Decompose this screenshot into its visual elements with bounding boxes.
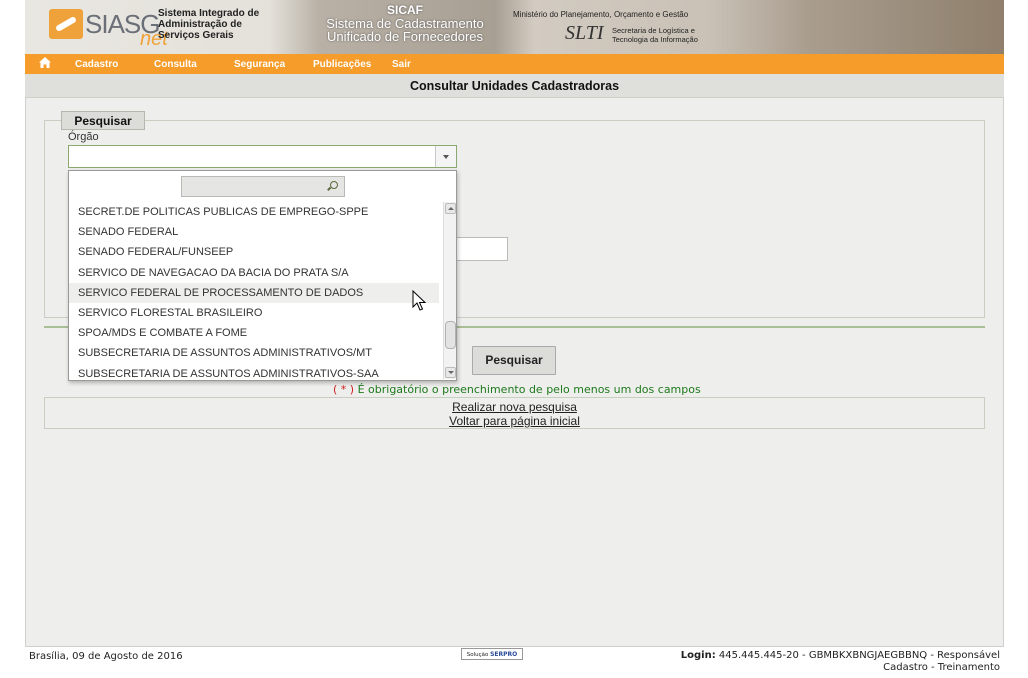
menu-item-sair[interactable]: Sair (392, 59, 411, 70)
dropdown-option[interactable]: SERVICO FLORESTAL BRASILEIRO (69, 303, 442, 323)
search-text-input[interactable] (455, 237, 508, 261)
system-name-line: Serviços Gerais (158, 30, 234, 41)
dropdown-option[interactable]: SENADO FEDERAL/FUNSEEP (69, 242, 442, 262)
orgao-label: Órgão (68, 131, 99, 143)
chevron-down-icon[interactable] (435, 146, 456, 167)
required-star: ( * ) (333, 383, 355, 396)
sicaf-subtitle-line: Unificado de Fornecedores (326, 29, 484, 44)
footer: Brasília, 09 de Agosto de 2016 Solução S… (25, 646, 1004, 678)
new-search-link[interactable]: Realizar nova pesquisa (45, 400, 984, 414)
siasg-logo: SIASG net (45, 6, 171, 50)
sicaf-title-text: SICAF (387, 3, 423, 17)
dropdown-scrollbar[interactable] (443, 202, 456, 379)
menu-item-publicacoes[interactable]: Publicações (313, 59, 392, 70)
dropdown-option-hovered[interactable]: SERVICO FEDERAL DE PROCESSAMENTO DE DADO… (69, 282, 439, 303)
dropdown-option[interactable]: SECRET.DE POLITICAS PUBLICAS DE EMPREGO-… (69, 202, 442, 222)
home-link[interactable]: Voltar para página inicial (45, 414, 984, 428)
required-note-text: É obrigatório o preenchimento de pelo me… (357, 383, 701, 396)
dropdown-option[interactable]: SERVICO DE NAVEGACAO DA BACIA DO PRATA S… (69, 263, 442, 283)
slti-subtitle-line: Secretaria de Logística e (612, 26, 695, 35)
dropdown-list: SECRET.DE POLITICAS PUBLICAS DE EMPREGO-… (69, 202, 442, 384)
header-banner: SIASG net Sistema Integrado de Administr… (25, 0, 1004, 54)
scroll-up-icon[interactable] (445, 203, 456, 214)
required-note: ( * ) É obrigatório o preenchimento de p… (333, 383, 701, 396)
dropdown-option[interactable]: SUBSECRETARIA DE ASSUNTOS ADMINISTRATIVO… (69, 364, 442, 384)
search-button[interactable]: Pesquisar (472, 346, 556, 375)
footer-date: Brasília, 09 de Agosto de 2016 (29, 651, 183, 662)
menu-item-seguranca[interactable]: Segurança (234, 59, 313, 70)
system-name: Sistema Integrado de Administração de Se… (158, 8, 259, 41)
login-role: Cadastro - Treinamento (883, 662, 1000, 673)
dropdown-option[interactable]: SPOA/MDS E COMBATE A FOME (69, 323, 442, 343)
scroll-down-icon[interactable] (445, 367, 456, 378)
scrollbar-thumb[interactable] (445, 321, 456, 349)
dropdown-filter-input[interactable] (181, 176, 345, 197)
login-value: 445.445.445-20 - GBMBKXBNGJAEGBBNQ - Res… (718, 650, 1000, 661)
serpro-prefix: Solução (466, 652, 489, 658)
home-icon[interactable] (25, 57, 65, 71)
menu-item-cadastro[interactable]: Cadastro (75, 59, 154, 70)
links-box: Realizar nova pesquisa Voltar para págin… (44, 397, 985, 429)
dropdown-option[interactable]: SENADO FEDERAL (69, 222, 442, 242)
system-name-line: Administração de (158, 19, 242, 30)
serpro-brand: SERPRO (490, 651, 518, 658)
login-label: Login: (680, 650, 716, 661)
menu-item-consulta[interactable]: Consulta (154, 59, 234, 70)
search-legend: Pesquisar (61, 111, 145, 130)
siasg-logo-icon (49, 9, 83, 39)
main-menu: Cadastro Consulta Segurança Publicações … (25, 54, 1004, 74)
orgao-dropdown: SECRET.DE POLITICAS PUBLICAS DE EMPREGO-… (68, 170, 457, 381)
page-title: Consultar Unidades Cadastradoras (25, 74, 1004, 98)
search-icon (330, 181, 338, 189)
slti-subtitle: Secretaria de Logística e Tecnologia da … (612, 26, 698, 44)
login-info: Login: 445.445.445-20 - GBMBKXBNGJAEGBBN… (681, 650, 1000, 674)
system-name-line: Sistema Integrado de (158, 8, 260, 19)
sicaf-title: SICAF Sistema de Cadastramento Unificado… (295, 3, 515, 43)
serpro-logo: Solução SERPRO (461, 648, 523, 660)
dropdown-option[interactable]: SUBSECRETARIA DE ASSUNTOS ADMINISTRATIVO… (69, 343, 442, 363)
ministry-name: Ministério do Planejamento, Orçamento e … (513, 10, 689, 19)
slti-logo: SLTI (565, 22, 604, 44)
orgao-select[interactable] (68, 145, 457, 168)
slti-subtitle-line: Tecnologia da Informação (612, 35, 698, 44)
mouse-cursor-icon (412, 290, 426, 311)
